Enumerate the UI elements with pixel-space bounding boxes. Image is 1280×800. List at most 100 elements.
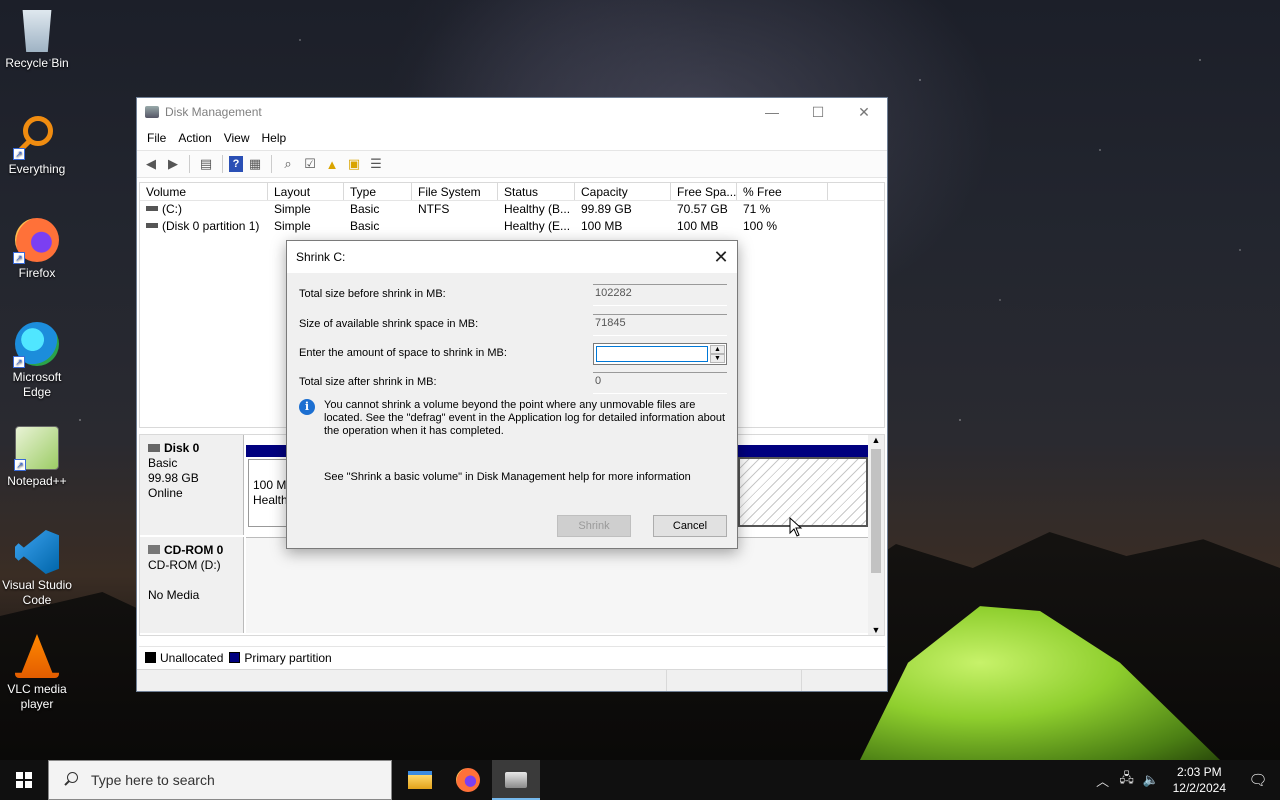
clock[interactable]: 2:03 PM 12/2/2024 [1163, 764, 1236, 796]
firefox-icon: ↗ [13, 218, 59, 264]
spin-down-icon[interactable]: ▼ [710, 354, 725, 363]
shortcut-arrow-icon: ↗ [13, 148, 25, 160]
cell-type: Basic [350, 219, 380, 233]
shrink-button[interactable]: Shrink [557, 515, 631, 537]
cell-pct: 100 % [743, 219, 778, 233]
menu-file[interactable]: File [141, 131, 172, 145]
notification-icon[interactable]: 🗨 [1236, 771, 1280, 789]
firefox-icon [456, 768, 480, 792]
cell-volume: (C:) [162, 202, 182, 216]
amount-label: Enter the amount of space to shrink in M… [299, 347, 507, 359]
cell-layout: Simple [274, 202, 311, 216]
taskbar-file-explorer[interactable] [396, 760, 444, 800]
desktop-icon-label: VLC media player [7, 682, 67, 711]
column-status[interactable]: Status [498, 183, 575, 200]
cell-pct: 71 % [743, 202, 771, 216]
mouse-cursor-icon [789, 517, 803, 537]
cancel-button[interactable]: Cancel [653, 515, 727, 537]
shrink-amount-stepper[interactable]: ▲ ▼ [593, 343, 727, 365]
taskbar-search-box[interactable]: Type here to search [48, 760, 392, 800]
legend-primary: Primary partition [244, 650, 332, 665]
disk-management-icon [505, 772, 527, 788]
column-layout[interactable]: Layout [268, 183, 344, 200]
dialog-close-button[interactable]: ✕ [705, 241, 737, 273]
dialog-titlebar[interactable]: Shrink C: ✕ [287, 241, 737, 273]
shortcut-arrow-icon: ↗ [13, 252, 25, 264]
window-titlebar[interactable]: Disk Management — ☐ ✕ [137, 98, 887, 126]
available-row: Size of available shrink space in MB: 71… [299, 314, 729, 336]
cell-free: 70.57 GB [677, 202, 728, 216]
minimize-button[interactable]: — [749, 98, 795, 126]
help-link-text[interactable]: See "Shrink a basic volume" in Disk Mana… [324, 471, 691, 483]
disk-view-scrollbar[interactable]: ▲ ▼ [868, 435, 884, 635]
windows-logo-icon [16, 772, 32, 788]
disk-0-partition-c[interactable] [738, 457, 868, 527]
info-icon: i [299, 399, 315, 415]
drive-icon [146, 206, 158, 211]
taskbar-disk-management[interactable] [492, 760, 540, 800]
disk-management-app-icon [145, 106, 159, 118]
help-icon[interactable]: ? [229, 156, 243, 172]
clock-date: 12/2/2024 [1172, 781, 1226, 795]
start-button[interactable] [0, 760, 48, 800]
check-icon[interactable]: ☑ [300, 154, 320, 174]
column-volume[interactable]: Volume [140, 183, 268, 200]
back-arrow-icon[interactable]: ◀ [141, 154, 161, 174]
table-row[interactable]: (C:) Simple Basic NTFS Healthy (B... 99.… [140, 201, 884, 218]
folder-up-icon[interactable]: ▲ [322, 154, 342, 174]
table-row[interactable]: (Disk 0 partition 1) Simple Basic Health… [140, 218, 884, 235]
cdrom-icon [148, 545, 160, 554]
connect-icon[interactable]: ⌕ [278, 154, 298, 174]
cell-capacity: 100 MB [581, 219, 623, 233]
desktop-icon-vlc[interactable]: VLC media player [0, 628, 74, 712]
menu-help[interactable]: Help [256, 131, 293, 145]
available-label: Size of available shrink space in MB: [299, 318, 479, 330]
total-after-label: Total size after shrink in MB: [299, 376, 437, 388]
disk-0-label[interactable]: Disk 0 Basic 99.98 GB Online [140, 435, 244, 535]
column-free-space[interactable]: Free Spa... [671, 183, 737, 200]
shortcut-arrow-icon: ↗ [14, 459, 26, 471]
list-view-icon[interactable]: ☰ [366, 154, 386, 174]
cdrom-0-state: No Media [148, 588, 200, 602]
close-window-button[interactable]: ✕ [841, 98, 887, 126]
maximize-button[interactable]: ☐ [795, 98, 841, 126]
menu-action[interactable]: Action [172, 131, 217, 145]
chevron-up-icon[interactable]: ︿ [1091, 771, 1115, 790]
shrink-amount-input[interactable] [596, 346, 708, 362]
system-tray: ︿ 🖧 🔈 2:03 PM 12/2/2024 🗨 [1091, 760, 1280, 800]
total-before-row: Total size before shrink in MB: 102282 [299, 284, 729, 306]
column-percent-free[interactable]: % Free [737, 183, 828, 200]
taskbar-firefox[interactable] [444, 760, 492, 800]
network-icon[interactable]: 🖧 [1115, 769, 1139, 791]
cell-volume: (Disk 0 partition 1) [162, 219, 260, 233]
column-capacity[interactable]: Capacity [575, 183, 671, 200]
desktop-icon-vscode[interactable]: Visual Studio Code [0, 524, 74, 608]
desktop-icon-notepadpp[interactable]: ↗ Notepad++ [0, 420, 74, 489]
column-file-system[interactable]: File System [412, 183, 498, 200]
cell-layout: Simple [274, 219, 311, 233]
properties-icon[interactable]: ▦ [245, 154, 265, 174]
shortcut-arrow-icon: ↗ [13, 356, 25, 368]
spin-up-icon[interactable]: ▲ [710, 345, 725, 354]
legend-unallocated: Unallocated [160, 650, 224, 665]
scrollbar-thumb[interactable] [871, 449, 881, 573]
menu-view[interactable]: View [218, 131, 256, 145]
cell-fs [412, 218, 498, 235]
search-placeholder: Type here to search [91, 772, 215, 788]
desktop-icon-edge[interactable]: ↗ Microsoft Edge [0, 316, 74, 400]
scroll-down-icon[interactable]: ▼ [868, 625, 884, 635]
forward-arrow-icon[interactable]: ▶ [163, 154, 183, 174]
cdrom-0-label[interactable]: CD-ROM 0 CD-ROM (D:) No Media [140, 537, 244, 633]
taskbar: Type here to search ︿ 🖧 🔈 2:03 PM 12/2/2… [0, 760, 1280, 800]
volume-muted-icon[interactable]: 🔈 [1139, 772, 1163, 788]
folder-search-icon[interactable]: ▣ [344, 154, 364, 174]
desktop-icon-firefox[interactable]: ↗ Firefox [0, 212, 74, 281]
total-after-value: 0 [593, 372, 727, 394]
desktop-icon-recycle-bin[interactable]: Recycle Bin [0, 4, 74, 71]
desktop-icon-label: Notepad++ [7, 474, 67, 488]
console-tree-icon[interactable]: ▤ [196, 154, 216, 174]
scroll-up-icon[interactable]: ▲ [868, 435, 884, 445]
edge-icon: ↗ [13, 322, 59, 368]
column-type[interactable]: Type [344, 183, 412, 200]
desktop-icon-everything[interactable]: ↗ Everything [0, 108, 74, 177]
